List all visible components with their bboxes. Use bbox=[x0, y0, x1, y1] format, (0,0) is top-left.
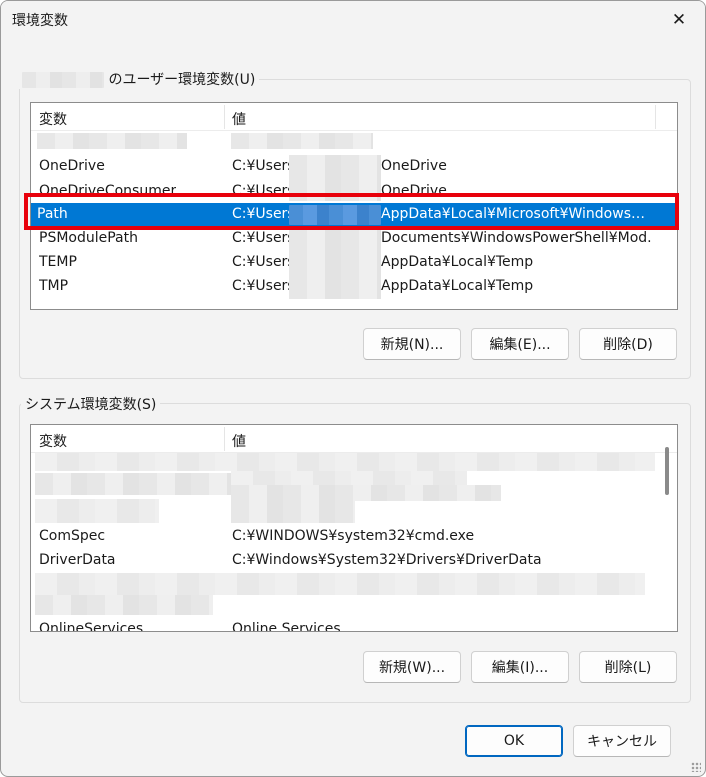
username-redacted bbox=[22, 72, 104, 88]
list-item[interactable]: TMP C:¥Users AppData¥Local¥Temp bbox=[31, 275, 677, 299]
variable-value: C:¥WINDOWS¥system32¥cmd.exe bbox=[232, 528, 475, 544]
list-item[interactable]: OneDrive C:¥Users OneDrive bbox=[31, 155, 677, 179]
ok-button[interactable]: OK bbox=[465, 725, 563, 757]
column-header-value[interactable]: 値 bbox=[232, 431, 246, 451]
variable-value-suffix: AppData¥Local¥Temp bbox=[381, 278, 534, 294]
variable-value-prefix: C:¥Users bbox=[232, 158, 295, 174]
column-header-name[interactable]: 変数 bbox=[39, 431, 67, 451]
redacted-row bbox=[35, 453, 655, 471]
list-item[interactable]: OneDriveConsumer C:¥Users OneDrive bbox=[31, 179, 677, 201]
redacted-row bbox=[35, 499, 159, 523]
user-new-button[interactable]: 新規(N)... bbox=[363, 328, 461, 360]
variable-name: DriverData bbox=[39, 552, 116, 568]
column-separator bbox=[224, 105, 225, 129]
user-delete-button[interactable]: 削除(D) bbox=[579, 328, 677, 360]
variable-value-prefix: C:¥Users bbox=[232, 206, 295, 222]
system-edit-button[interactable]: 編集(I)... bbox=[471, 651, 569, 683]
redacted-username bbox=[289, 155, 381, 179]
column-header-name[interactable]: 変数 bbox=[39, 109, 67, 129]
variable-value: C:¥Windows¥System32¥Drivers¥DriverData bbox=[232, 552, 542, 568]
system-variables-list[interactable]: 変数 値 ComSpec C:¥WINDOWS¥system32¥cmd.exe… bbox=[30, 424, 678, 632]
redacted-username bbox=[289, 251, 381, 275]
redacted-row bbox=[231, 485, 501, 501]
list-item[interactable]: PSModulePath C:¥Users Documents¥WindowsP… bbox=[31, 227, 677, 251]
user-edit-button[interactable]: 編集(E)... bbox=[471, 328, 569, 360]
cancel-button[interactable]: キャンセル bbox=[573, 725, 671, 757]
redacted-row bbox=[35, 573, 645, 595]
list-item[interactable]: OnlineServices Online Services bbox=[31, 621, 677, 632]
variable-name: TMP bbox=[39, 278, 69, 294]
variable-value-prefix: C:¥Users bbox=[232, 254, 295, 270]
close-button[interactable]: ✕ bbox=[659, 5, 699, 35]
column-separator bbox=[655, 105, 656, 129]
user-variables-label: のユーザー環境変数(U) bbox=[18, 69, 260, 89]
redacted-name bbox=[37, 133, 187, 149]
variable-name: OneDriveConsumer bbox=[39, 183, 177, 199]
list-item[interactable]: ComSpec C:¥WINDOWS¥system32¥cmd.exe bbox=[31, 525, 677, 549]
variable-value-suffix: AppData¥Local¥Microsoft¥WindowsA... bbox=[381, 206, 653, 222]
redacted-row bbox=[35, 595, 213, 615]
list-item[interactable]: TEMP C:¥Users AppData¥Local¥Temp bbox=[31, 251, 677, 275]
list-item-selected[interactable]: Path C:¥Users AppData¥Local¥Microsoft¥Wi… bbox=[31, 203, 677, 227]
system-delete-button[interactable]: 削除(L) bbox=[579, 651, 677, 683]
list-item[interactable] bbox=[31, 131, 677, 155]
list-header: 変数 値 bbox=[31, 103, 677, 131]
redacted-username bbox=[289, 205, 381, 225]
variable-value: Online Services bbox=[232, 621, 341, 632]
variable-value-prefix: C:¥Users bbox=[232, 230, 295, 246]
variable-name: PSModulePath bbox=[39, 230, 138, 246]
title-bar: 環境変数 ✕ bbox=[1, 1, 705, 39]
system-new-button[interactable]: 新規(W)... bbox=[363, 651, 461, 683]
close-icon: ✕ bbox=[671, 10, 687, 30]
redacted-username bbox=[289, 275, 381, 299]
variable-value-suffix: OneDrive bbox=[381, 183, 447, 199]
variable-name: TEMP bbox=[39, 254, 77, 270]
redacted-row bbox=[231, 501, 355, 523]
column-separator bbox=[224, 427, 225, 451]
resize-grip-icon[interactable] bbox=[691, 762, 701, 772]
list-item[interactable]: DriverData C:¥Windows¥System32¥Drivers¥D… bbox=[31, 549, 677, 573]
variable-value-suffix: OneDrive bbox=[381, 158, 447, 174]
system-variables-label: システム環境変数(S) bbox=[21, 394, 161, 414]
variable-value-suffix: Documents¥WindowsPowerShell¥Mod... bbox=[381, 230, 653, 246]
variable-name: Path bbox=[37, 206, 68, 222]
variable-value-prefix: C:¥Users bbox=[232, 183, 295, 199]
variable-name: OnlineServices bbox=[39, 621, 144, 632]
redacted-username bbox=[289, 227, 381, 251]
redacted-value bbox=[231, 133, 373, 149]
environment-variables-dialog: 環境変数 ✕ のユーザー環境変数(U) 変数 値 OneDrive C:¥Use… bbox=[0, 0, 706, 777]
window-title: 環境変数 bbox=[12, 13, 68, 29]
variable-name: ComSpec bbox=[39, 528, 106, 544]
list-header: 変数 値 bbox=[31, 425, 677, 453]
user-variables-list[interactable]: 変数 値 OneDrive C:¥Users OneDrive OneDrive… bbox=[30, 102, 678, 310]
variable-name: OneDrive bbox=[39, 158, 105, 174]
redacted-username bbox=[289, 179, 381, 201]
vertical-scrollbar-thumb[interactable] bbox=[665, 447, 669, 495]
variable-value-suffix: AppData¥Local¥Temp bbox=[381, 254, 534, 270]
variable-value-prefix: C:¥Users bbox=[232, 278, 295, 294]
column-header-value[interactable]: 値 bbox=[232, 109, 246, 129]
